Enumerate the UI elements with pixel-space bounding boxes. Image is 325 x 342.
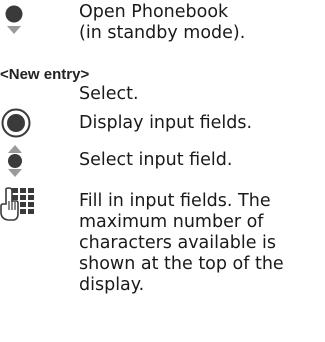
- step-text: Select input field.: [79, 150, 233, 170]
- step-text: Display input fields.: [79, 113, 253, 133]
- keypad-input-icon: [0, 187, 34, 221]
- step-text: Open Phonebook (in standby mode).: [79, 2, 246, 43]
- nav-key-down-icon: [5, 5, 23, 34]
- nav-key-up-down-icon: [8, 145, 22, 177]
- step-text: Select.: [79, 84, 139, 104]
- menu-item-label: <New entry>: [0, 66, 90, 83]
- center-select-key-icon: [1, 108, 31, 138]
- step-text: Fill in input fields. The maximum number…: [79, 191, 284, 295]
